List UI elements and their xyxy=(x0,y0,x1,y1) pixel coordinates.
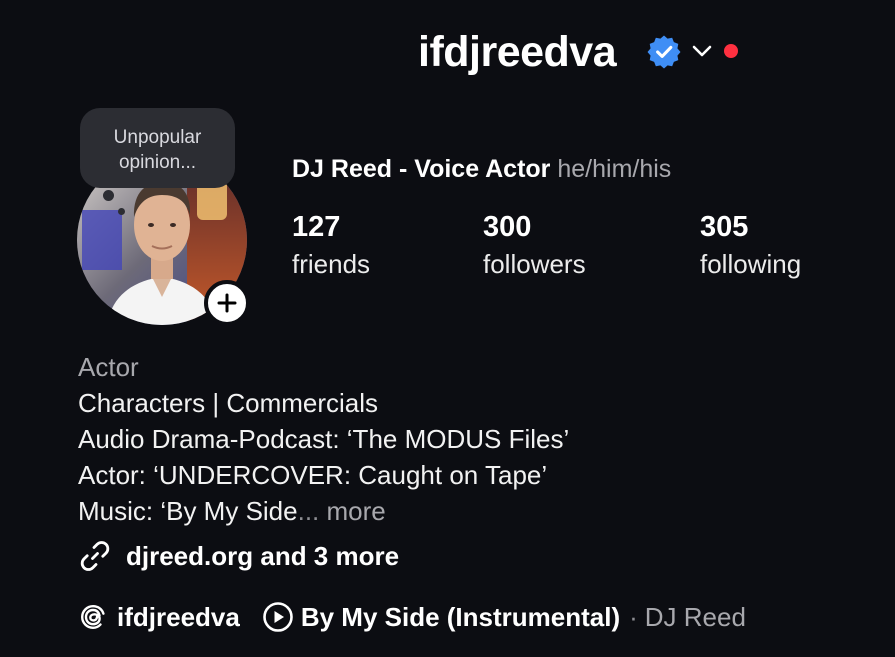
music-chip[interactable]: By My Side (Instrumental) · DJ Reed xyxy=(262,601,746,633)
stat-label: followers xyxy=(483,249,586,279)
profile-chips: ifdjreedva By My Side (Instrumental) · D… xyxy=(78,597,746,637)
threads-handle: ifdjreedva xyxy=(117,601,240,632)
stat-label: friends xyxy=(292,249,371,279)
profile-header: ifdjreedva xyxy=(0,24,895,80)
note-bubble[interactable]: Unpopular opinion... xyxy=(80,108,235,188)
add-story-button[interactable] xyxy=(204,280,250,326)
bio-category: Actor xyxy=(78,352,139,382)
play-circle-icon xyxy=(263,602,293,632)
stat-followers[interactable]: 300 followers xyxy=(483,210,586,281)
bio-line: Audio Drama-Podcast: ‘The MODUS Files’ xyxy=(78,424,570,454)
chevron-down-icon[interactable] xyxy=(691,40,713,62)
display-name: DJ Reed - Voice Actor xyxy=(292,155,551,183)
bio-last-line: Music: ‘By My Side... more xyxy=(78,493,569,529)
bio-line: Actor: ‘UNDERCOVER: Caught on Tape’ xyxy=(78,460,548,490)
bio: Actor Characters | Commercials Audio Dra… xyxy=(78,349,569,529)
external-links[interactable]: djreed.org and 3 more xyxy=(78,537,399,575)
links-label: djreed.org and 3 more xyxy=(126,540,400,571)
song-title: By My Side (Instrumental) xyxy=(300,601,621,632)
pronouns: he/him/his xyxy=(557,155,672,183)
stat-count: 127 xyxy=(292,211,341,243)
bio-ellipsis: ... xyxy=(297,496,320,526)
stat-friends[interactable]: 127 friends xyxy=(292,210,370,281)
link-icon xyxy=(80,541,110,571)
threads-chip[interactable]: ifdjreedva xyxy=(78,602,240,633)
username-title[interactable]: ifdjreedva xyxy=(418,28,617,76)
stat-count: 300 xyxy=(483,211,532,243)
plus-icon xyxy=(217,293,237,313)
notification-dot xyxy=(724,44,738,58)
display-name-row: DJ Reed - Voice Actor he/him/his xyxy=(292,153,671,185)
note-text-line: Unpopular xyxy=(113,127,202,148)
note-text-line: opinion... xyxy=(118,152,197,173)
bio-line: Characters | Commercials xyxy=(78,388,379,418)
bio-line: Music: ‘By My Side xyxy=(78,496,298,526)
song-artist: DJ Reed xyxy=(644,601,746,632)
separator-dot: · xyxy=(629,601,638,632)
bio-more-link[interactable]: more xyxy=(327,496,386,526)
note-bubble-tail-dot xyxy=(103,190,114,201)
note-bubble-tail-dot-small xyxy=(118,208,125,215)
threads-icon xyxy=(80,604,105,630)
stat-count: 305 xyxy=(700,211,749,243)
verified-badge-icon xyxy=(647,35,681,69)
stat-following[interactable]: 305 following xyxy=(700,210,801,281)
stat-label: following xyxy=(700,249,802,279)
